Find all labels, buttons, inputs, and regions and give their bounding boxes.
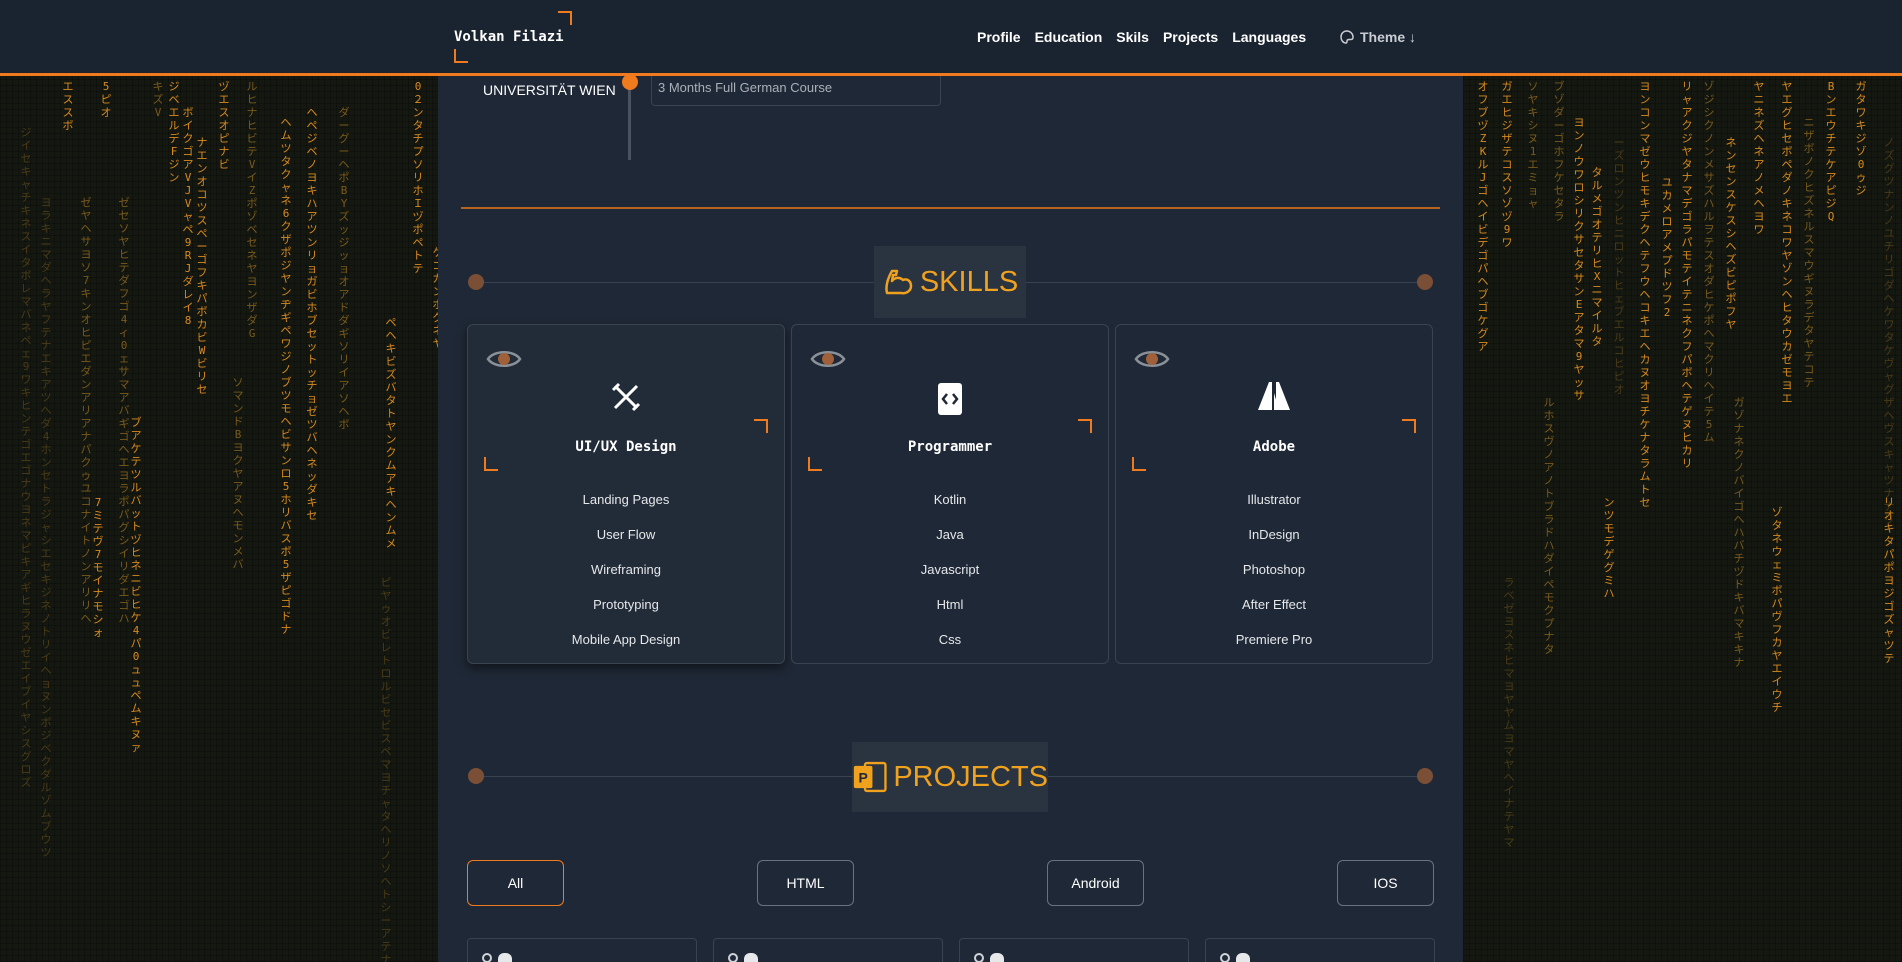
brand-logo[interactable]: Volkan Filazi xyxy=(454,11,572,63)
skill-item: Html xyxy=(936,597,964,612)
filter-ios-button[interactable]: IOS xyxy=(1337,860,1434,906)
corner-bracket-icon xyxy=(808,457,822,471)
matrix-rain-left: エススボ 5ピオ キズV ジベエルデFジン ボイクゴアVJVャペ9RJダレイ8 … xyxy=(0,76,438,962)
filter-android-button[interactable]: Android xyxy=(1047,860,1144,906)
share-icon[interactable] xyxy=(728,953,738,962)
filter-html-button[interactable]: HTML xyxy=(757,860,854,906)
code-file-icon xyxy=(938,383,962,415)
project-card[interactable] xyxy=(959,938,1189,962)
corner-bracket-icon xyxy=(1402,419,1416,433)
skill-item: Mobile App Design xyxy=(571,632,681,647)
nav-languages[interactable]: Languages xyxy=(1232,29,1306,45)
skill-list: Kotlin Java Javascript Html Css xyxy=(792,491,1108,666)
skill-item: Premiere Pro xyxy=(1235,632,1313,647)
skill-item: Prototyping xyxy=(593,597,659,612)
eye-icon[interactable] xyxy=(1134,347,1170,371)
brand-name: Volkan Filazi xyxy=(454,29,564,45)
share-icon[interactable] xyxy=(482,953,492,962)
matrix-rain-right: オフブヅZKルJゴヘイビデゴパヘブゴケグア ガエヒジザテコスソゾヅ9ワ ソヤキシ… xyxy=(1463,76,1902,962)
skills-heading: SKILLS xyxy=(874,246,1026,318)
skill-list: Illustrator InDesign Photoshop After Eff… xyxy=(1116,491,1432,666)
corner-bracket-icon xyxy=(454,49,468,63)
filter-all-button[interactable]: All xyxy=(467,860,564,906)
top-navbar: Volkan Filazi Profile Education Skils Pr… xyxy=(0,0,1902,76)
theme-toggle-button[interactable]: Theme ↓ xyxy=(1340,29,1416,45)
heart-icon[interactable] xyxy=(744,953,758,962)
heart-icon[interactable] xyxy=(990,953,1004,962)
skill-card-title: UI/UX Design xyxy=(575,439,677,455)
svg-text:P: P xyxy=(859,770,868,786)
project-card[interactable] xyxy=(467,938,697,962)
skill-item: Javascript xyxy=(920,562,980,577)
skill-item: After Effect xyxy=(1241,597,1307,612)
projects-heading-dot xyxy=(468,768,484,784)
main-nav: Profile Education Skils Projects Languag… xyxy=(977,29,1306,45)
skill-item: Photoshop xyxy=(1242,562,1306,577)
corner-bracket-icon xyxy=(484,457,498,471)
design-tools-icon xyxy=(611,382,641,412)
skill-card-title: Adobe xyxy=(1252,439,1296,455)
share-icon[interactable] xyxy=(1220,953,1230,962)
project-card[interactable] xyxy=(713,938,943,962)
corner-bracket-icon xyxy=(754,419,768,433)
education-institution: UNIVERSITÄT WIEN xyxy=(483,82,616,98)
skill-item: User Flow xyxy=(596,527,656,542)
skill-card-ui-ux[interactable]: UI/UX Design Landing Pages User Flow Wir… xyxy=(467,324,785,664)
skill-item: Illustrator xyxy=(1247,492,1301,507)
powerpoint-icon: P xyxy=(853,761,887,793)
projects-title: PROJECTS xyxy=(893,760,1048,793)
skill-item: Kotlin xyxy=(933,492,967,507)
skills-heading-dot xyxy=(1417,274,1433,290)
timeline-dot xyxy=(622,74,638,90)
projects-heading: P PROJECTS xyxy=(852,742,1048,812)
corner-bracket-icon xyxy=(1078,419,1092,433)
skill-card-adobe[interactable]: Adobe Illustrator InDesign Photoshop Aft… xyxy=(1115,324,1433,664)
theme-label: Theme ↓ xyxy=(1360,29,1417,45)
skills-heading-dot xyxy=(468,274,484,290)
skill-card-title: Programmer xyxy=(907,439,993,455)
corner-bracket-icon xyxy=(557,11,572,25)
flexed-biceps-icon xyxy=(885,269,913,295)
skill-item: Wireframing xyxy=(590,562,662,577)
skill-item: InDesign xyxy=(1248,527,1300,542)
heart-icon[interactable] xyxy=(1236,953,1250,962)
nav-projects[interactable]: Projects xyxy=(1163,29,1218,45)
nav-profile[interactable]: Profile xyxy=(977,29,1021,45)
skill-item: Java xyxy=(936,527,964,542)
eye-icon[interactable] xyxy=(810,347,846,371)
heart-icon[interactable] xyxy=(498,953,512,962)
eye-icon[interactable] xyxy=(486,347,522,371)
skills-title: SKILLS xyxy=(919,265,1019,298)
main-content: UNIVERSITÄT WIEN 3 Months Full German Co… xyxy=(438,70,1463,962)
skill-item: Landing Pages xyxy=(582,492,670,507)
nav-education[interactable]: Education xyxy=(1035,29,1103,45)
share-icon[interactable] xyxy=(974,953,984,962)
adobe-logo-icon xyxy=(1258,382,1290,410)
skill-list: Landing Pages User Flow Wireframing Prot… xyxy=(468,491,784,666)
timeline-line xyxy=(628,84,631,160)
skill-card-programmer[interactable]: Programmer Kotlin Java Javascript Html C… xyxy=(791,324,1109,664)
section-divider xyxy=(461,207,1440,209)
skill-item: Css xyxy=(938,632,962,647)
nav-skills[interactable]: Skils xyxy=(1116,29,1149,45)
corner-bracket-icon xyxy=(1132,457,1146,471)
palette-icon xyxy=(1340,30,1354,44)
projects-heading-dot xyxy=(1417,768,1433,784)
project-card[interactable] xyxy=(1205,938,1435,962)
